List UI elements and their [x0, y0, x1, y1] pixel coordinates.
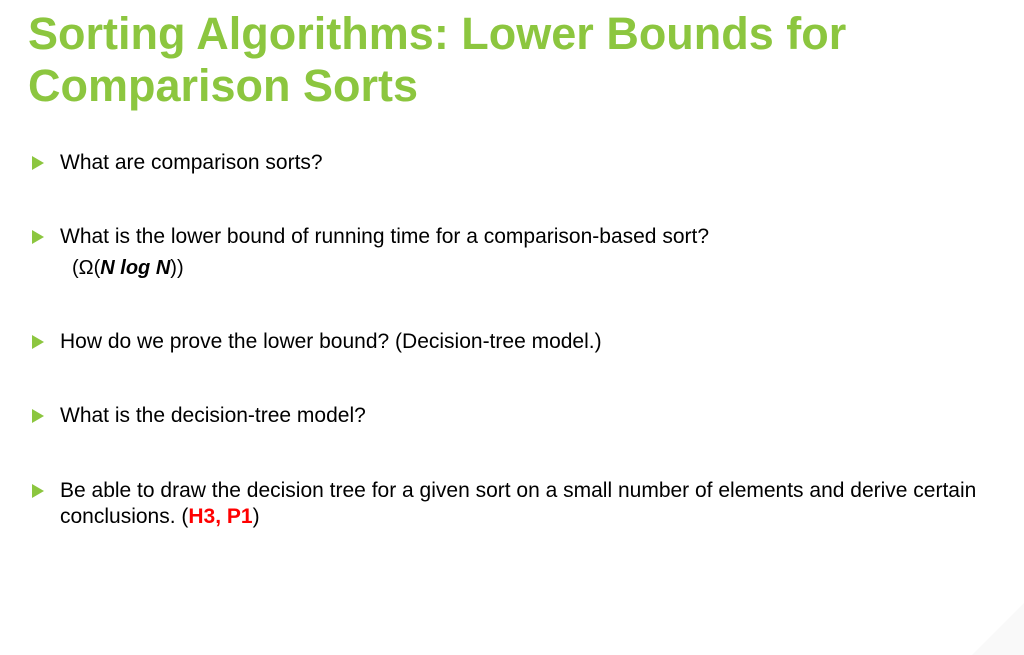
bullet-main: What is the lower bound of running time …	[60, 225, 709, 248]
sub-suffix: ))	[170, 257, 183, 279]
bullet-text: What are comparison sorts?	[60, 150, 996, 176]
bullet-text: How do we prove the lower bound? (Decisi…	[60, 329, 996, 355]
bullet-text: What is the decision-tree model?	[60, 403, 996, 429]
triangle-bullet-icon	[32, 484, 44, 498]
triangle-bullet-icon	[32, 335, 44, 349]
list-item: What is the lower bound of running time …	[28, 224, 996, 281]
slide: Sorting Algorithms: Lower Bounds for Com…	[0, 8, 1024, 655]
list-item: What are comparison sorts?	[28, 150, 996, 176]
corner-decoration-icon	[964, 603, 1024, 655]
sub-prefix: (Ω(	[72, 257, 100, 279]
bullet-text: What is the lower bound of running time …	[60, 224, 996, 281]
bullet-text: Be able to draw the decision tree for a …	[60, 478, 996, 531]
sub-italic: N log N	[100, 257, 170, 279]
bullet-suffix: )	[253, 505, 260, 528]
list-item: What is the decision-tree model?	[28, 403, 996, 429]
triangle-bullet-icon	[32, 409, 44, 423]
list-item: Be able to draw the decision tree for a …	[28, 478, 996, 531]
bullet-list: What are comparison sorts? What is the l…	[28, 150, 996, 531]
highlight-text: H3, P1	[188, 505, 252, 528]
triangle-bullet-icon	[32, 156, 44, 170]
slide-title: Sorting Algorithms: Lower Bounds for Com…	[28, 8, 996, 112]
list-item: How do we prove the lower bound? (Decisi…	[28, 329, 996, 355]
bullet-subtext: (Ω(N log N))	[72, 256, 996, 281]
triangle-bullet-icon	[32, 230, 44, 244]
